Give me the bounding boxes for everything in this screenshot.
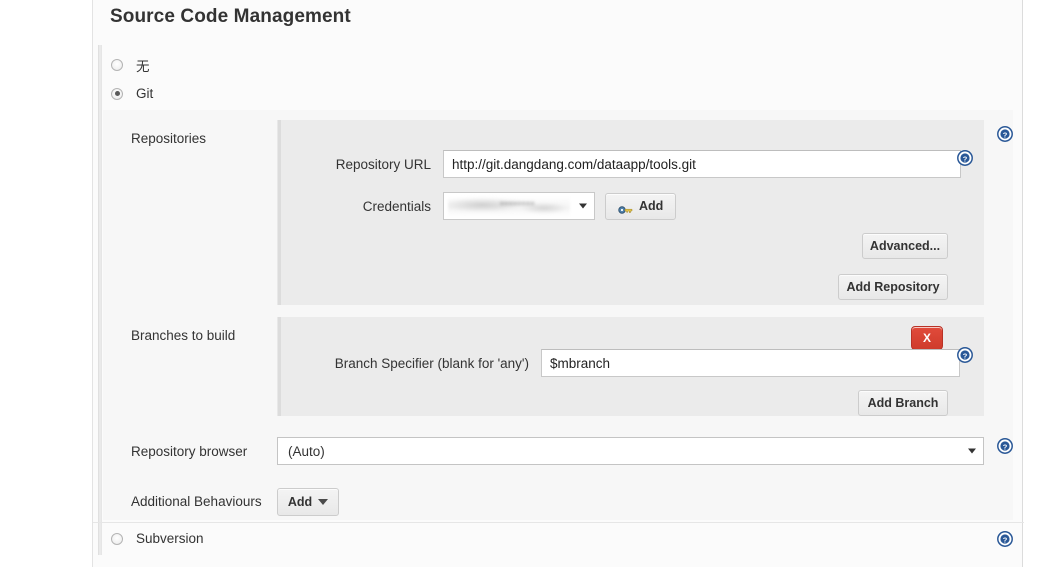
help-icon-branch-specifier[interactable]: ? xyxy=(957,347,973,363)
svg-text:?: ? xyxy=(1003,130,1008,139)
repositories-label: Repositories xyxy=(131,131,206,146)
scm-option-none[interactable]: 无 xyxy=(111,55,150,75)
additional-behaviours-add-label: Add xyxy=(288,490,312,514)
caret-down-icon xyxy=(318,499,328,505)
key-icon xyxy=(618,200,633,212)
help-icon-repository-browser[interactable]: ? xyxy=(997,438,1013,454)
chevron-down-icon xyxy=(579,204,587,209)
help-icon-repositories[interactable]: ? xyxy=(997,126,1013,142)
add-branch-button[interactable]: Add Branch xyxy=(858,390,948,416)
repositories-group: Repository URL Credentials •••••••• xyxy=(277,120,984,305)
radio-subversion[interactable] xyxy=(111,533,123,545)
branch-specifier-row: Branch Specifier (blank for 'any') xyxy=(316,349,960,377)
page-title: Source Code Management xyxy=(110,6,351,28)
branches-to-build-label: Branches to build xyxy=(131,328,235,343)
radio-none[interactable] xyxy=(111,59,123,71)
credentials-row: Credentials •••••••• xyxy=(316,192,676,220)
scm-option-git[interactable]: Git xyxy=(111,86,153,101)
add-credentials-label: Add xyxy=(639,194,663,218)
repository-browser-label: Repository browser xyxy=(131,444,247,459)
additional-behaviours-add-button[interactable]: Add xyxy=(277,488,339,516)
add-credentials-button[interactable]: Add xyxy=(605,193,676,220)
scm-option-subversion[interactable]: Subversion xyxy=(111,531,204,546)
scm-left-rail xyxy=(98,45,102,555)
section-divider xyxy=(93,522,1024,523)
credentials-redacted-text: •••••••• xyxy=(500,198,535,210)
chevron-down-icon xyxy=(968,449,976,454)
scm-config-area: Source Code Management 无 Git Repositorie… xyxy=(92,0,1023,567)
delete-branch-button[interactable]: X xyxy=(911,326,943,350)
additional-behaviours-label: Additional Behaviours xyxy=(131,494,262,509)
jenkins-config-page: Source Code Management 无 Git Repositorie… xyxy=(0,0,1055,567)
radio-git[interactable] xyxy=(111,88,123,100)
svg-text:?: ? xyxy=(963,154,968,163)
credentials-select[interactable]: •••••••• xyxy=(443,192,595,220)
scm-option-none-label: 无 xyxy=(136,55,150,75)
svg-text:?: ? xyxy=(963,351,968,360)
help-icon-repository-url[interactable]: ? xyxy=(957,150,973,166)
git-settings-panel: Repositories Repository URL Credentials … xyxy=(103,110,1013,520)
advanced-button[interactable]: Advanced... xyxy=(862,233,948,259)
scm-option-git-label: Git xyxy=(136,86,153,101)
help-icon-subversion[interactable]: ? xyxy=(997,531,1013,547)
svg-text:?: ? xyxy=(1003,535,1008,544)
branch-specifier-label: Branch Specifier (blank for 'any') xyxy=(316,356,529,371)
repository-url-label: Repository URL xyxy=(316,157,431,172)
repository-url-input[interactable] xyxy=(443,150,961,178)
svg-text:?: ? xyxy=(1003,442,1008,451)
repository-url-row: Repository URL xyxy=(316,150,961,178)
credentials-label: Credentials xyxy=(316,199,431,214)
branches-group: X Branch Specifier (blank for 'any') Add… xyxy=(277,317,984,416)
repository-browser-value: (Auto) xyxy=(288,444,325,459)
branch-specifier-input[interactable] xyxy=(541,349,960,377)
add-repository-button[interactable]: Add Repository xyxy=(838,274,948,300)
scm-option-subversion-label: Subversion xyxy=(136,531,204,546)
repository-browser-select[interactable]: (Auto) xyxy=(277,437,984,465)
